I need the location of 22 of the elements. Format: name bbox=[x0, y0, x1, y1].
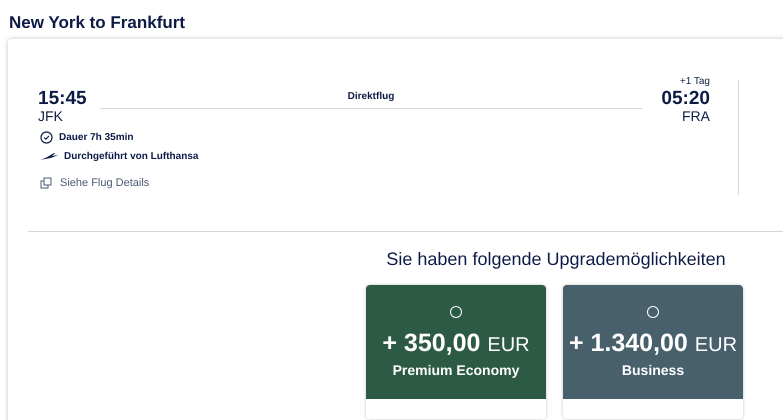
radio-button[interactable] bbox=[450, 306, 462, 318]
arrival-airport: FRA bbox=[681, 109, 710, 124]
radio-button[interactable] bbox=[647, 306, 659, 318]
upgrade-price: + 350,00 EUR bbox=[381, 329, 531, 358]
clock-icon bbox=[40, 131, 53, 144]
airplane-icon bbox=[40, 152, 58, 161]
windows-icon bbox=[40, 177, 52, 189]
upgrade-option-card[interactable]: + 1.340,00 EUR Business bbox=[563, 285, 743, 419]
day-offset: +1 Tag bbox=[678, 75, 710, 89]
cabin-class: Premium Economy bbox=[392, 362, 520, 378]
upgrade-price: + 1.340,00 EUR bbox=[568, 329, 738, 358]
route-title: New York to Frankfurt bbox=[8, 12, 186, 34]
duration-text: Dauer 7h 35min bbox=[59, 132, 134, 143]
departure-airport: JFK bbox=[38, 109, 64, 124]
upgrade-option-card[interactable]: + 350,00 EUR Premium Economy bbox=[366, 285, 546, 419]
cabin-class: Business bbox=[620, 362, 686, 378]
flight-details-link[interactable]: Siehe Flug Details bbox=[40, 177, 150, 189]
operator-text: Durchgeführt von Lufthansa bbox=[64, 151, 198, 162]
arrival-time: 05:20 bbox=[660, 89, 710, 109]
stops-label: Direktflug bbox=[348, 91, 394, 102]
departure-time: 15:45 bbox=[38, 89, 88, 109]
upgrade-heading: Sie haben folgende Upgrademöglichkeiten bbox=[385, 248, 727, 270]
